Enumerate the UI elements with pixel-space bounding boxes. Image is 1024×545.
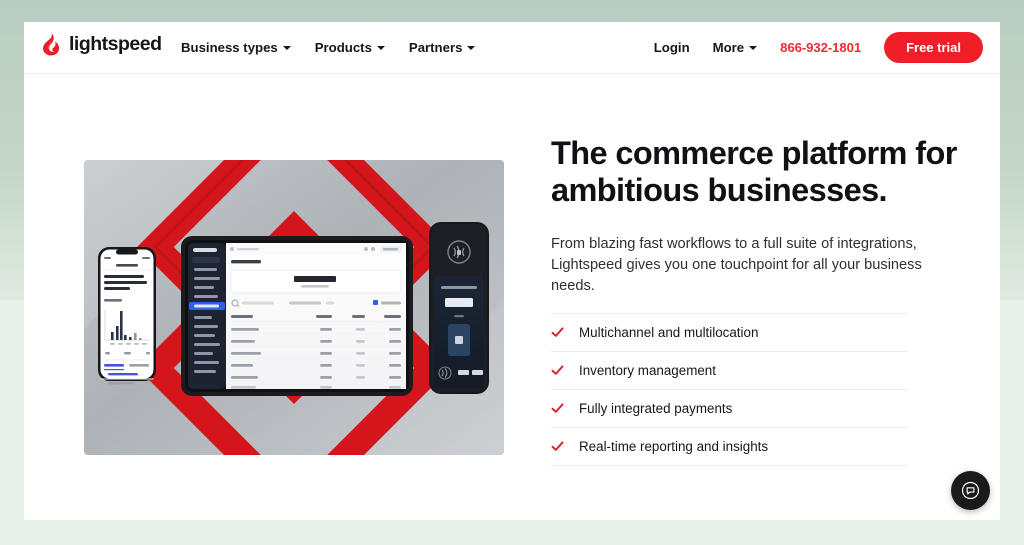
feature-label: Inventory management [579, 362, 716, 378]
tablet-device [181, 236, 413, 396]
hero-copy: The commerce platform for ambitious busi… [551, 135, 963, 297]
chat-bubble-icon [961, 481, 980, 500]
checkmark-icon [551, 441, 564, 451]
page-card: lightspeed Business types Products Partn… [24, 22, 1000, 520]
hero-devices-illustration [84, 160, 504, 455]
nav-item-partners[interactable]: Partners [409, 41, 476, 54]
checkmark-icon [551, 403, 564, 413]
lightspeed-flame-icon [43, 33, 60, 56]
chevron-down-icon [749, 46, 758, 51]
nav-item-partners-label: Partners [408, 39, 463, 55]
feature-label: Multichannel and multilocation [579, 324, 759, 340]
list-item: Inventory management [551, 352, 908, 390]
feature-list: Multichannel and multilocation Inventory… [551, 313, 908, 466]
list-item: Real-time reporting and insights [551, 428, 908, 466]
more-menu-label: More [712, 39, 745, 55]
header-actions: Login More 866-932-1801 Free trial [654, 22, 983, 73]
page-title: The commerce platform for ambitious busi… [551, 135, 957, 208]
site-header: lightspeed Business types Products Partn… [24, 22, 1000, 74]
chevron-down-icon [376, 46, 385, 51]
hero-section: The commerce platform for ambitious busi… [24, 73, 1000, 520]
feature-label: Real-time reporting and insights [579, 438, 769, 454]
primary-nav: Business types Products Partners [181, 22, 476, 73]
nav-item-business-types-label: Business types [181, 39, 278, 55]
more-menu[interactable]: More [713, 41, 758, 54]
checkmark-icon [551, 365, 564, 375]
free-trial-button[interactable]: Free trial [884, 32, 983, 63]
support-chat-button[interactable] [951, 471, 990, 510]
checkmark-icon [551, 327, 564, 337]
browser-viewport: lightspeed Business types Products Partn… [0, 0, 1024, 545]
chevron-down-icon [467, 46, 476, 51]
list-item: Fully integrated payments [551, 390, 908, 428]
nav-item-products[interactable]: Products [315, 41, 385, 54]
smartphone-device [98, 247, 156, 385]
nav-item-business-types[interactable]: Business types [181, 41, 291, 54]
feature-label: Fully integrated payments [579, 400, 733, 416]
nav-item-products-label: Products [314, 39, 372, 55]
brand-name: lightspeed [69, 32, 162, 55]
login-link[interactable]: Login [654, 41, 690, 54]
hero-product-image [84, 160, 504, 455]
hero-subtitle: From blazing fast workflows to a full su… [551, 236, 922, 294]
phone-number-link[interactable]: 866-932-1801 [780, 41, 861, 54]
chevron-down-icon [282, 46, 291, 51]
payment-terminal-device [429, 222, 489, 394]
list-item: Multichannel and multilocation [551, 313, 908, 352]
brand-logo-link[interactable]: lightspeed [41, 33, 162, 56]
